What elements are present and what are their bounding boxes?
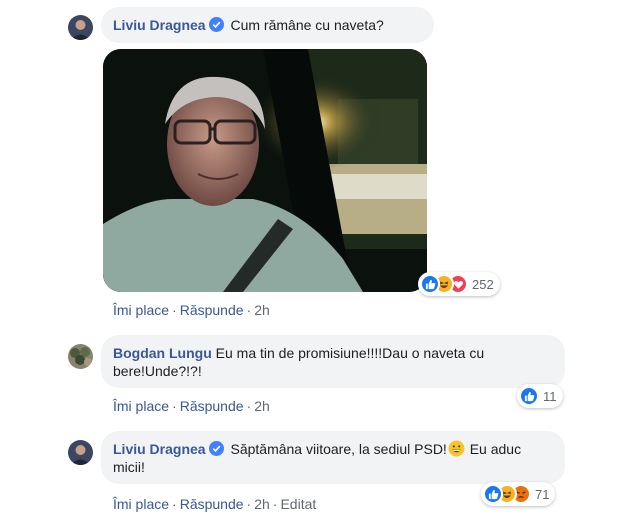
reactions-summary[interactable]: 71	[481, 482, 556, 506]
comment-actions: Îmi place · Răspunde · 2h	[113, 398, 270, 414]
reaction-count: 71	[535, 486, 550, 502]
avatar-liviu-dragnea[interactable]	[68, 440, 93, 465]
comment-photo[interactable]	[103, 49, 427, 292]
comment-timestamp[interactable]: 2h	[254, 496, 270, 512]
like-link[interactable]: Îmi place	[113, 398, 169, 414]
reactions-summary[interactable]: 252	[418, 272, 500, 296]
separator-dot: ·	[272, 496, 278, 512]
comment-actions: Îmi place · Răspunde · 2h · Editat	[113, 496, 316, 512]
separator-dot: ·	[172, 496, 177, 512]
verified-badge-icon	[208, 17, 224, 32]
comment-bubble: Liviu Dragnea Săptămâna viitoare, la sed…	[101, 431, 565, 484]
comment-text: Cum rămâne cu naveta?	[230, 17, 384, 33]
comment-timestamp[interactable]: 2h	[254, 302, 270, 318]
separator-dot: ·	[172, 398, 177, 414]
avatar-bogdan-lungu[interactable]	[68, 344, 93, 369]
reaction-count: 11	[543, 388, 557, 404]
reactions-summary[interactable]: 11	[517, 384, 563, 408]
reply-link[interactable]: Răspunde	[180, 398, 244, 414]
comment-bubble: Bogdan Lungu Eu ma tin de promisiune!!!!…	[101, 335, 565, 388]
comment-timestamp[interactable]: 2h	[254, 398, 270, 414]
comment-author[interactable]: Liviu Dragnea	[113, 17, 206, 33]
avatar-liviu-dragnea[interactable]	[68, 15, 93, 40]
like-icon	[420, 274, 440, 294]
separator-dot: ·	[246, 398, 252, 414]
edited-label[interactable]: Editat	[280, 496, 316, 512]
like-link[interactable]: Îmi place	[113, 496, 169, 512]
comment-author[interactable]: Bogdan Lungu	[113, 345, 212, 361]
comment-bubble: Liviu Dragnea Cum rămâne cu naveta?	[101, 7, 434, 43]
comment-author[interactable]: Liviu Dragnea	[113, 441, 206, 457]
comment-text: Săptămâna viitoare, la sediul PSD!	[230, 441, 447, 457]
reaction-count: 252	[472, 276, 494, 292]
like-icon	[519, 386, 539, 406]
comment-actions: Îmi place · Răspunde · 2h	[113, 302, 270, 318]
verified-badge-icon	[208, 441, 224, 456]
separator-dot: ·	[246, 496, 252, 512]
like-link[interactable]: Îmi place	[113, 302, 169, 318]
grinning-emoji-icon	[448, 440, 465, 457]
reply-link[interactable]: Răspunde	[180, 496, 244, 512]
reply-link[interactable]: Răspunde	[180, 302, 244, 318]
separator-dot: ·	[172, 302, 177, 318]
like-icon	[483, 484, 503, 504]
separator-dot: ·	[246, 302, 252, 318]
